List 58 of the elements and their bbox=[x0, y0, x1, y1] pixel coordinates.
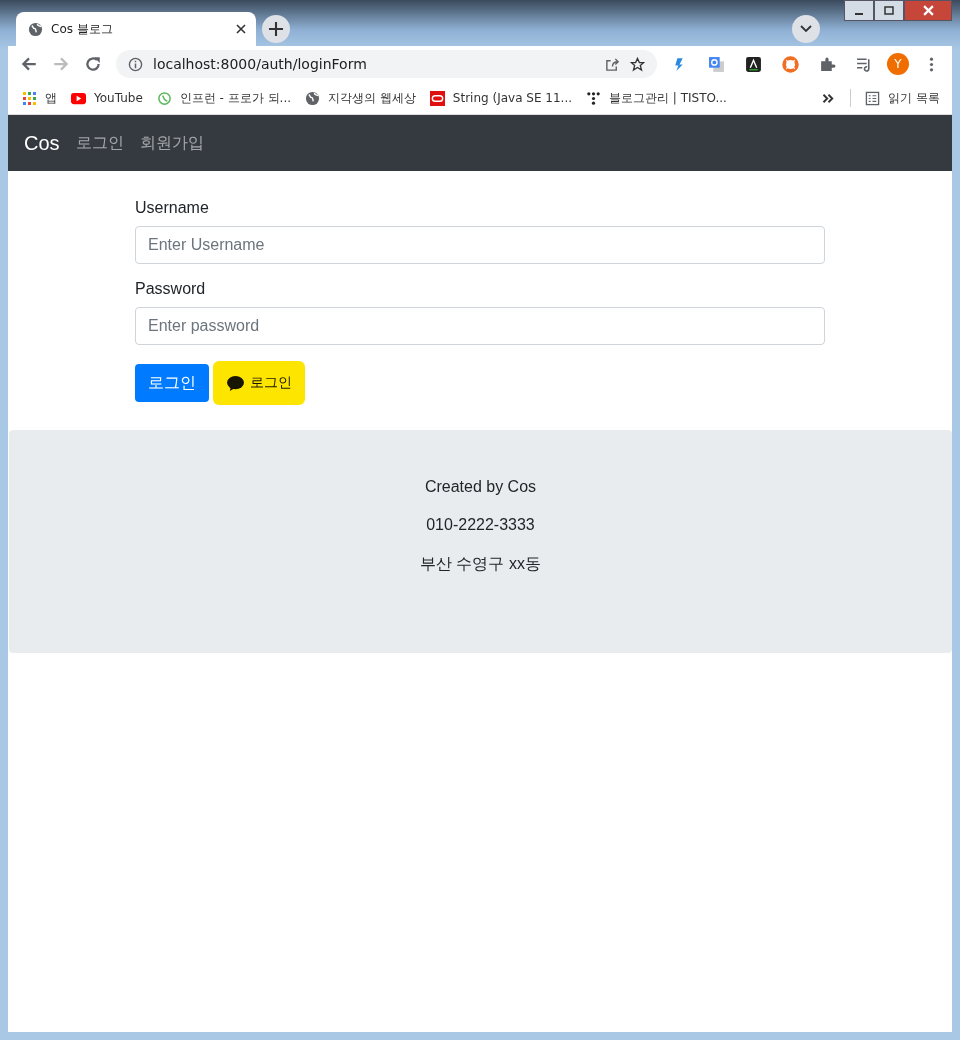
maximize-button[interactable] bbox=[874, 0, 904, 21]
close-icon[interactable] bbox=[236, 24, 246, 34]
extension-icon[interactable] bbox=[745, 55, 762, 73]
apps-icon bbox=[22, 90, 37, 106]
globe-icon bbox=[28, 21, 43, 37]
share-icon[interactable] bbox=[605, 56, 620, 72]
speech-bubble-icon bbox=[226, 374, 245, 392]
bookmark[interactable]: 블로그관리 | TISTO... bbox=[586, 89, 727, 107]
globe-icon bbox=[305, 90, 320, 106]
bookmark[interactable]: YouTube bbox=[71, 90, 143, 106]
bookmark-label: 앱 bbox=[45, 89, 57, 107]
brand-link[interactable]: Cos bbox=[24, 131, 60, 155]
translate-icon[interactable] bbox=[708, 55, 725, 73]
youtube-icon bbox=[71, 90, 86, 106]
address-bar[interactable]: localhost:8000/auth/loginForm bbox=[116, 50, 657, 78]
close-button[interactable] bbox=[904, 0, 952, 21]
media-icon[interactable] bbox=[856, 55, 873, 73]
minimize-icon bbox=[855, 12, 863, 15]
chevron-down-icon bbox=[800, 25, 812, 33]
bookmark-label: YouTube bbox=[94, 91, 143, 105]
reading-list-button[interactable]: 읽기 목록 bbox=[865, 89, 940, 107]
login-button[interactable]: 로그인 bbox=[135, 364, 209, 402]
field-label: Username bbox=[135, 199, 210, 217]
oracle-icon bbox=[429, 90, 445, 106]
bookmark[interactable]: 지각생의 웹세상 bbox=[305, 89, 416, 107]
lifebuoy-icon[interactable] bbox=[782, 55, 799, 73]
close-icon bbox=[922, 5, 934, 16]
reload-icon[interactable] bbox=[84, 55, 102, 73]
bookmark-label: String (Java SE 11... bbox=[452, 91, 573, 105]
footer-text: Created by Cos bbox=[423, 478, 538, 496]
tab-search-button[interactable] bbox=[792, 15, 820, 43]
bookmark[interactable]: 인프런 - 프로가 되... bbox=[156, 89, 291, 107]
bookmark-label: 블로그관리 | TISTO... bbox=[609, 89, 727, 107]
bookmark-label: 인프런 - 프로가 되... bbox=[179, 89, 291, 107]
footer-text: 부산 수영구 xx동 bbox=[419, 554, 542, 574]
field-label: Password bbox=[135, 280, 207, 298]
list-icon bbox=[865, 90, 881, 106]
plus-icon bbox=[269, 22, 283, 36]
back-icon[interactable] bbox=[20, 55, 38, 73]
info-icon bbox=[128, 56, 143, 72]
new-tab-button[interactable] bbox=[262, 15, 290, 43]
nav-link[interactable]: 회원가입 bbox=[139, 132, 204, 154]
nav-link[interactable]: 로그인 bbox=[75, 132, 124, 154]
bookmark-label: 지각생의 웹세상 bbox=[328, 89, 416, 107]
bookmark[interactable]: String (Java SE 11... bbox=[429, 90, 573, 106]
bookmark[interactable]: 앱 bbox=[22, 89, 57, 107]
star-icon[interactable] bbox=[630, 56, 645, 72]
extensions-icon[interactable] bbox=[819, 55, 836, 73]
dots-icon bbox=[586, 90, 602, 106]
minimize-button[interactable] bbox=[844, 0, 874, 21]
kakao-login-button[interactable]: 로그인 bbox=[213, 361, 305, 405]
input-field[interactable]: Enter Username bbox=[135, 226, 825, 264]
browser-tab[interactable]: Cos 블로그 bbox=[16, 12, 256, 46]
tab-title: Cos 블로그 bbox=[51, 20, 114, 38]
footer-text: 010-2222-3333 bbox=[425, 516, 536, 534]
maximize-icon bbox=[884, 5, 894, 16]
input-field[interactable]: Enter password bbox=[135, 307, 825, 345]
url-text: localhost:8000/auth/loginForm bbox=[153, 56, 367, 72]
